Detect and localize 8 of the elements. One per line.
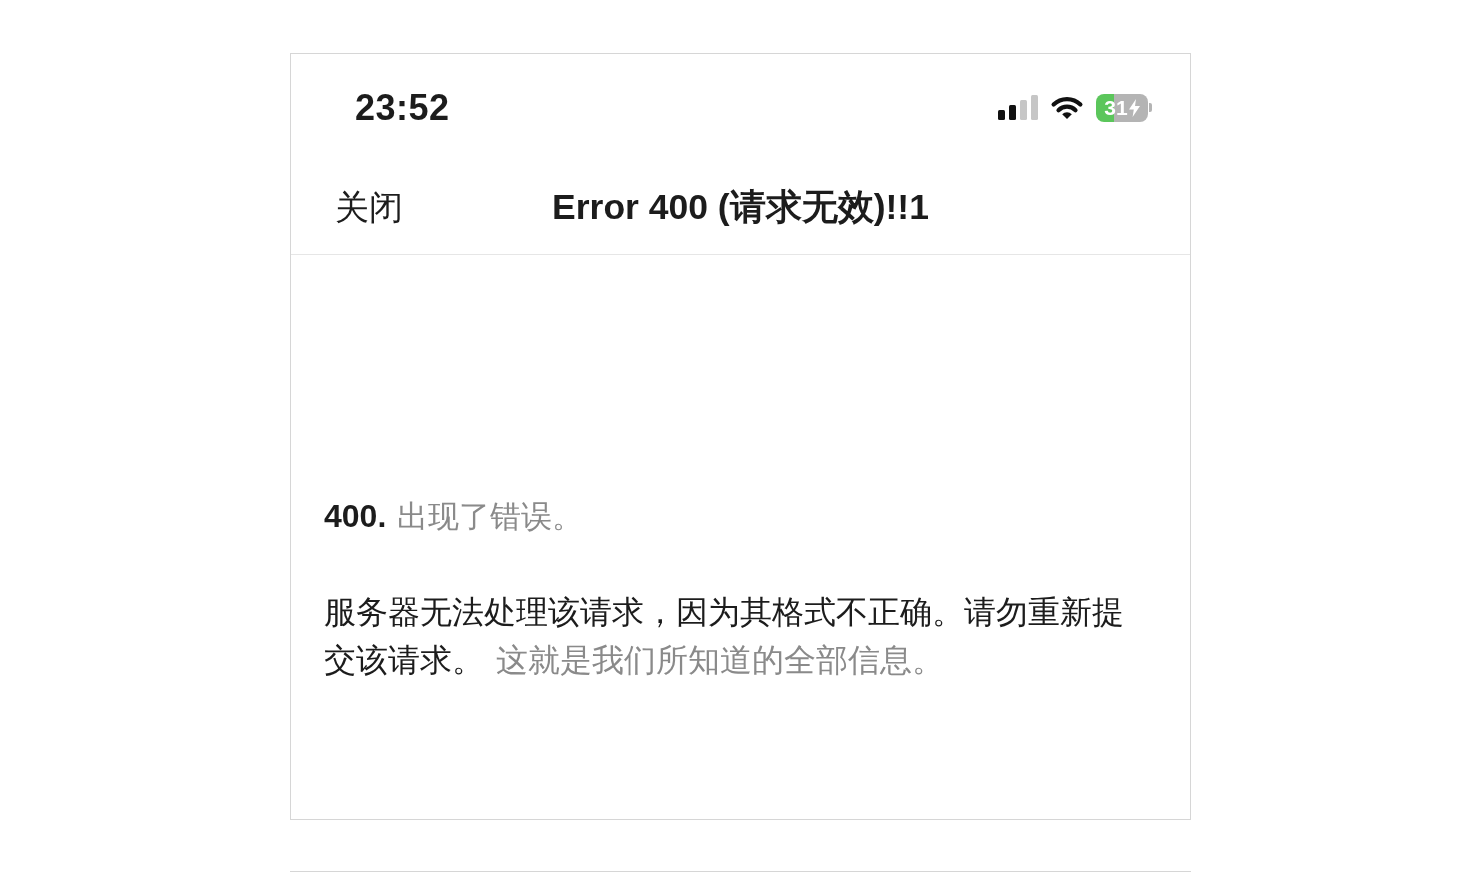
error-summary: 出现了错误。 (397, 498, 584, 536)
error-code: 400. (324, 497, 387, 536)
close-button[interactable]: 关闭 (335, 189, 403, 224)
status-time: 23:52 (355, 89, 450, 126)
wifi-icon (1050, 95, 1084, 120)
page-title: Error 400 (请求无效)!!1 (552, 189, 929, 226)
signal-icon (998, 95, 1038, 120)
error-message: 服务器无法处理该请求，因为其格式不正确。请勿重新提交该请求。 这就是我们所知道的全部信息。 (324, 593, 1125, 680)
